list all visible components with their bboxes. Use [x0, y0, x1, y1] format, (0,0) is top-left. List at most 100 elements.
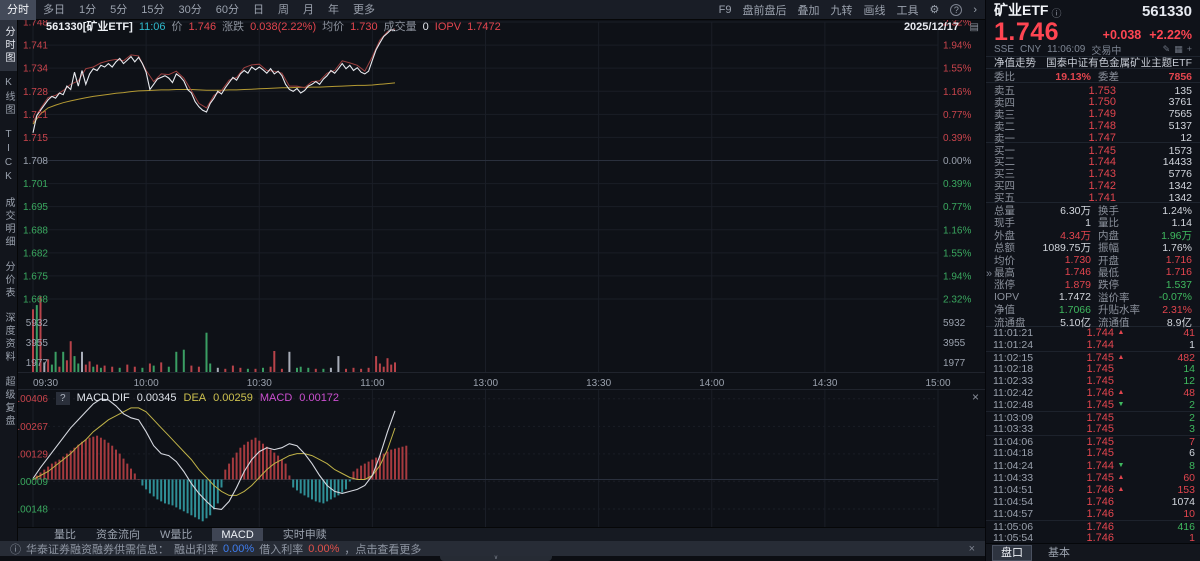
period-tab-8[interactable]: 周 — [271, 0, 296, 20]
tick-price: 1.744 — [1086, 327, 1114, 340]
notice-bar: ⓘ 华泰证券融资融券供需信息： 融出利率 0.00% 借入利率 0.00% ，点… — [0, 541, 985, 556]
bid-row[interactable]: 买三 1.743 5776 — [986, 166, 1200, 181]
tick-time: 11:04:18 — [993, 447, 1034, 460]
order-book: 卖五 1.753 135 卖四 1.750 3761 卖三 1.749 7565 卖二 1.748 5… — [986, 83, 1200, 205]
ask-row[interactable]: 卖三 1.749 7565 — [986, 107, 1200, 121]
panel-tab-0[interactable]: 盘口 — [992, 544, 1032, 561]
period-tab-4[interactable]: 15分 — [134, 0, 171, 20]
sidebar-item-6[interactable]: 超级复盘 — [0, 370, 17, 434]
add-icon[interactable]: + — [1187, 44, 1192, 55]
sidebar-item-5[interactable]: 深度资料 — [0, 306, 17, 370]
tick-price: 1.745 — [1086, 423, 1114, 436]
expand-icon[interactable]: » — [986, 268, 992, 280]
news-icon[interactable]: ▤ — [970, 22, 979, 33]
macd-help-icon[interactable]: ? — [56, 392, 70, 405]
tick-volume: 10 — [1183, 507, 1195, 520]
chart-column: 1.748 2.32% 1.741 1.94% 1.734 1.55% 1.728 1.16%… — [18, 20, 985, 542]
iopv-value: 1.7472 — [467, 21, 501, 33]
sidebar-item-0[interactable]: 分时图 — [0, 20, 17, 71]
tick-row: 11:01:24 1.744 1 — [986, 339, 1200, 351]
tick-price: 1.745 — [1086, 363, 1114, 376]
weibi-label: 委比 — [994, 71, 1015, 83]
stock-name: 矿业ETF — [994, 2, 1049, 18]
ask-row[interactable]: 卖一 1.747 12 — [986, 131, 1200, 145]
period-tab-11[interactable]: 更多 — [346, 0, 382, 20]
sidebar-item-2[interactable]: TICK — [0, 123, 17, 191]
indicator-tab-0[interactable]: 量比 — [54, 528, 76, 542]
period-tab-9[interactable]: 月 — [296, 0, 321, 20]
nine-turn-button[interactable]: 九转 — [830, 2, 852, 18]
tick-volume: 3 — [1189, 423, 1195, 436]
book-price: 1.742 — [1088, 179, 1116, 192]
period-tab-6[interactable]: 60分 — [209, 0, 246, 20]
stat-row: 总额 1089.75万 振幅 1.76% — [986, 240, 1200, 255]
svg-text:0.77%: 0.77% — [943, 202, 971, 213]
stat-value: 1.7472 — [1058, 291, 1091, 304]
nav-label[interactable]: 净值走势 — [994, 55, 1036, 70]
up-arrow-icon: ▲ — [1117, 485, 1125, 493]
notice-more-link[interactable]: ，点击查看更多 — [344, 541, 421, 557]
bid-row[interactable]: 买四 1.742 1342 — [986, 178, 1200, 193]
bid-row[interactable]: 买五 1.741 1342 — [986, 190, 1200, 205]
indicator-tab-2[interactable]: W量比 — [160, 528, 192, 542]
tick-volume: 14 — [1183, 363, 1195, 376]
f9-button[interactable]: F9 — [719, 4, 732, 16]
svg-text:1.55%: 1.55% — [943, 64, 971, 75]
stat-row: 涨停 1.879 跌停 1.537 — [986, 277, 1200, 292]
tools-button[interactable]: 工具 — [896, 2, 918, 18]
period-tab-3[interactable]: 5分 — [103, 0, 134, 20]
weibi-value: 19.13% — [1055, 70, 1091, 83]
notice-close-icon[interactable]: × — [969, 543, 975, 555]
tick-time: 11:04:54 — [993, 495, 1034, 508]
period-tab-7[interactable]: 日 — [246, 0, 271, 20]
period-tab-0[interactable]: 分时 — [0, 0, 36, 20]
exchange: SSE — [994, 44, 1015, 55]
tick-row: 11:04:54 1.746 1074 — [986, 496, 1200, 508]
tick-row: 11:02:15 1.745 ▲ 482 — [986, 351, 1200, 364]
chevron-right-icon[interactable]: › — [973, 4, 977, 16]
tick-volume: 1074 — [1171, 495, 1195, 508]
stat-value: 1.746 — [1064, 266, 1091, 279]
ask-row[interactable]: 卖五 1.753 135 — [986, 83, 1200, 98]
period-tab-5[interactable]: 30分 — [172, 0, 209, 20]
period-tab-1[interactable]: 多日 — [36, 0, 72, 20]
settings-icon[interactable]: ⚙ — [929, 3, 939, 16]
timeshare-chart[interactable]: 1.748 2.32% 1.741 1.94% 1.734 1.55% 1.728 1.16%… — [18, 20, 985, 541]
edit-icon[interactable]: ✎ — [1163, 44, 1171, 55]
pre-post-button[interactable]: 盘前盘后 — [742, 2, 786, 18]
tick-price: 1.745 — [1086, 471, 1114, 484]
indicator-tab-3[interactable]: MACD — [212, 527, 263, 542]
indicator-tab-1[interactable]: 资金流向 — [96, 528, 140, 542]
loan-out-value: 0.00% — [223, 542, 255, 555]
macd-dea-label: DEA — [183, 392, 207, 404]
period-tab-2[interactable]: 1分 — [72, 0, 103, 20]
bid-row[interactable]: 买一 1.745 1573 — [986, 142, 1200, 157]
bid-row[interactable]: 买二 1.744 14433 — [986, 154, 1200, 169]
quote-header: 矿业ETF ⓘ 561330 — [986, 0, 1200, 20]
draw-line-button[interactable]: 画线 — [863, 2, 885, 18]
panel-tab-1[interactable]: 基本 — [1040, 546, 1078, 560]
sidebar-item-4[interactable]: 分价表 — [0, 255, 17, 306]
macd-close-icon[interactable]: × — [972, 391, 979, 403]
drawer-handle[interactable]: ∨ — [440, 555, 552, 561]
tick-time: 11:04:51 — [993, 483, 1034, 496]
overlay-button[interactable]: 叠加 — [797, 2, 819, 18]
sidebar-item-1[interactable]: K线图 — [0, 71, 17, 123]
help-icon[interactable]: ? — [950, 3, 963, 16]
ask-row[interactable]: 卖四 1.750 3761 — [986, 95, 1200, 109]
loan-in-value: 0.00% — [308, 542, 340, 555]
svg-text:10:30: 10:30 — [247, 378, 272, 389]
ask-row[interactable]: 卖二 1.748 5137 — [986, 119, 1200, 133]
svg-text:10:00: 10:00 — [134, 378, 159, 389]
grid-icon[interactable]: ▦ — [1174, 44, 1183, 55]
svg-text:15:00: 15:00 — [925, 378, 950, 389]
book-volume: 1342 — [1168, 191, 1192, 204]
indicator-tab-4[interactable]: 实时申赎 — [283, 528, 327, 542]
stat-value: 1.76% — [1162, 241, 1192, 254]
sidebar-item-3[interactable]: 成交明细 — [0, 191, 17, 255]
stat-value: 1.879 — [1064, 278, 1091, 291]
notice-text: 华泰证券融资融券供需信息： — [26, 543, 169, 556]
period-tab-10[interactable]: 年 — [321, 0, 346, 20]
svg-text:1.94%: 1.94% — [943, 41, 971, 52]
svg-text:-0.00148: -0.00148 — [18, 504, 48, 515]
